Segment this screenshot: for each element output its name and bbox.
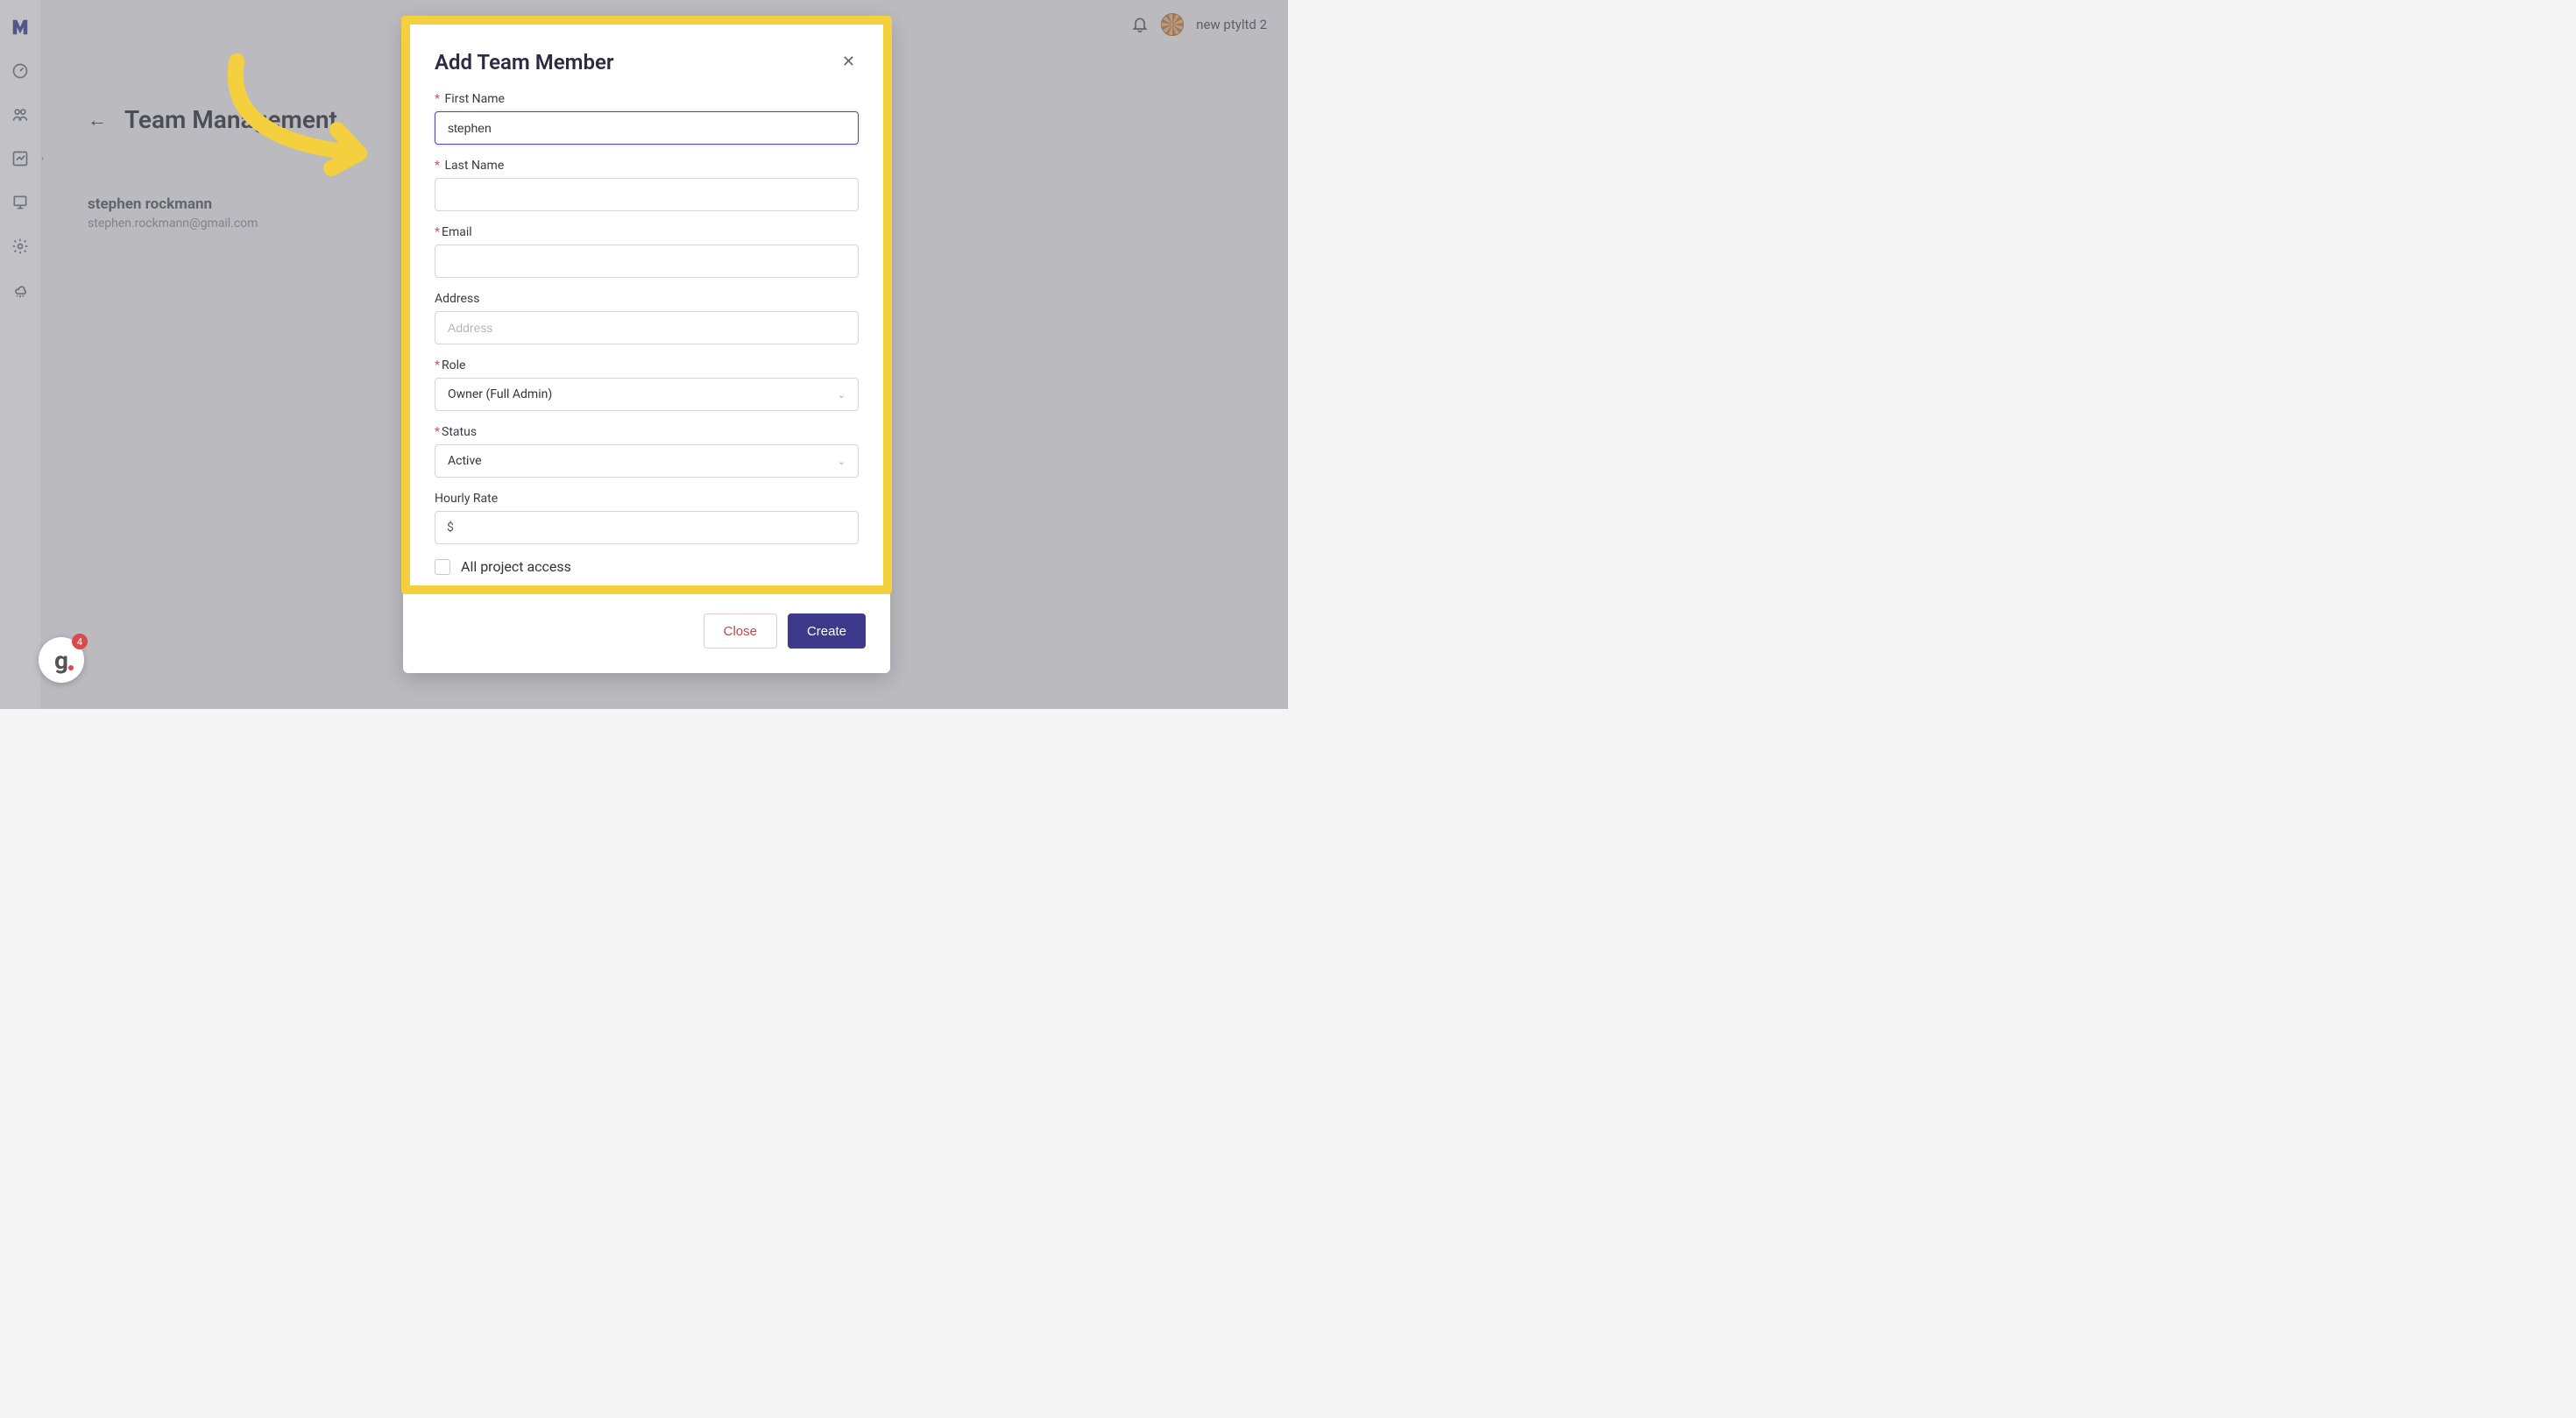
modal-title: Add Team Member [435,50,614,74]
help-widget-badge: 4 [72,634,88,649]
first-name-input[interactable] [435,111,859,145]
role-label-text: Role [442,358,465,372]
address-label: Address [435,292,859,306]
create-button[interactable]: Create [788,613,866,649]
add-team-member-modal: Add Team Member ✕ * First Name * Last Na… [403,18,890,673]
all-project-access-checkbox[interactable] [435,559,450,575]
email-label-text: Email [442,225,472,239]
all-project-access-label: All project access [461,558,571,575]
help-widget[interactable]: g 4 [39,637,84,683]
email-input[interactable] [435,245,859,278]
last-name-input[interactable] [435,178,859,211]
help-widget-dot [68,665,74,670]
last-name-label-text: Last Name [445,159,505,173]
status-label: *Status [435,425,859,439]
modal-highlight-border: Add Team Member ✕ * First Name * Last Na… [401,16,892,594]
status-select[interactable]: Active ⌄ [435,444,859,478]
close-button[interactable]: Close [704,613,777,649]
role-label: *Role [435,358,859,372]
chevron-down-icon: ⌄ [838,389,846,401]
currency-prefix: $ [447,521,454,535]
role-value: Owner (Full Admin) [448,387,552,401]
status-label-text: Status [442,425,477,439]
help-widget-icon: g [54,646,68,675]
address-input[interactable] [435,311,859,344]
first-name-label-text: First Name [445,92,505,106]
role-select[interactable]: Owner (Full Admin) ⌄ [435,378,859,411]
chevron-down-icon: ⌄ [838,456,846,467]
hourly-rate-label: Hourly Rate [435,492,859,506]
email-label: *Email [435,225,859,239]
close-icon[interactable]: ✕ [839,49,859,74]
status-value: Active [448,454,482,468]
last-name-label: * Last Name [435,159,859,173]
hourly-rate-input[interactable] [435,511,859,544]
first-name-label: * First Name [435,92,859,106]
